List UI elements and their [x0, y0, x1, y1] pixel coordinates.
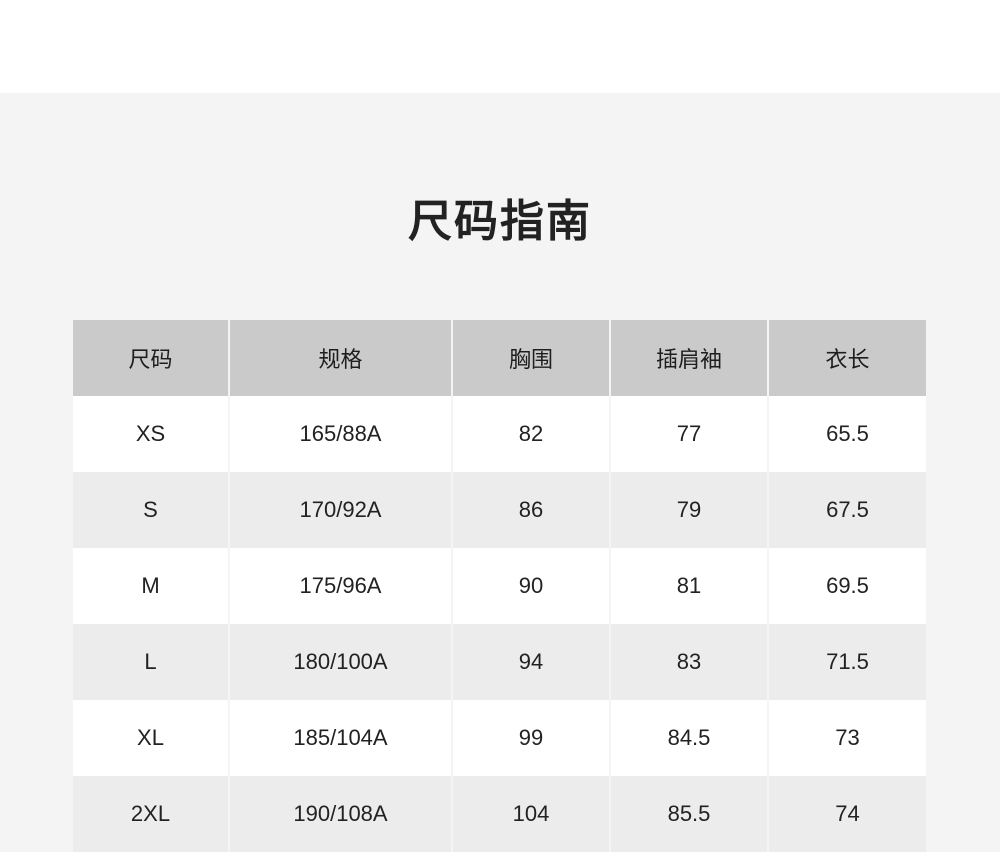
- cell-chest: 86: [452, 472, 611, 548]
- header-raglan-sleeve: 插肩袖: [610, 320, 769, 396]
- table-row: XS 165/88A 82 77 65.5: [73, 396, 926, 472]
- size-table: 尺码 规格 胸围 插肩袖 衣长 XS 165/88A 82 77 65.5 S …: [73, 320, 926, 852]
- header-spec: 规格: [229, 320, 453, 396]
- table-header-row: 尺码 规格 胸围 插肩袖 衣长: [73, 320, 926, 396]
- cell-spec: 170/92A: [229, 472, 453, 548]
- cell-raglan-sleeve: 83: [610, 624, 769, 700]
- cell-raglan-sleeve: 79: [610, 472, 769, 548]
- table-row: 2XL 190/108A 104 85.5 74: [73, 776, 926, 852]
- cell-length: 69.5: [768, 548, 926, 624]
- cell-size: XS: [73, 396, 230, 472]
- cell-spec: 175/96A: [229, 548, 453, 624]
- cell-length: 74: [768, 776, 926, 852]
- header-chest: 胸围: [452, 320, 611, 396]
- cell-size: L: [73, 624, 230, 700]
- cell-length: 73: [768, 700, 926, 776]
- cell-spec: 180/100A: [229, 624, 453, 700]
- cell-chest: 99: [452, 700, 611, 776]
- cell-size: S: [73, 472, 230, 548]
- header-length: 衣长: [768, 320, 926, 396]
- cell-spec: 190/108A: [229, 776, 453, 852]
- cell-chest: 104: [452, 776, 611, 852]
- cell-spec: 165/88A: [229, 396, 453, 472]
- cell-length: 65.5: [768, 396, 926, 472]
- cell-chest: 90: [452, 548, 611, 624]
- table-row: L 180/100A 94 83 71.5: [73, 624, 926, 700]
- cell-chest: 94: [452, 624, 611, 700]
- table-row: M 175/96A 90 81 69.5: [73, 548, 926, 624]
- cell-size: XL: [73, 700, 230, 776]
- cell-spec: 185/104A: [229, 700, 453, 776]
- table-row: XL 185/104A 99 84.5 73: [73, 700, 926, 776]
- cell-length: 71.5: [768, 624, 926, 700]
- page-title: 尺码指南: [408, 196, 592, 247]
- cell-length: 67.5: [768, 472, 926, 548]
- cell-size: M: [73, 548, 230, 624]
- cell-raglan-sleeve: 85.5: [610, 776, 769, 852]
- table-row: S 170/92A 86 79 67.5: [73, 472, 926, 548]
- cell-raglan-sleeve: 84.5: [610, 700, 769, 776]
- cell-size: 2XL: [73, 776, 230, 852]
- cell-chest: 82: [452, 396, 611, 472]
- cell-raglan-sleeve: 77: [610, 396, 769, 472]
- header-size: 尺码: [73, 320, 230, 396]
- top-blank-area: [0, 0, 1000, 93]
- cell-raglan-sleeve: 81: [610, 548, 769, 624]
